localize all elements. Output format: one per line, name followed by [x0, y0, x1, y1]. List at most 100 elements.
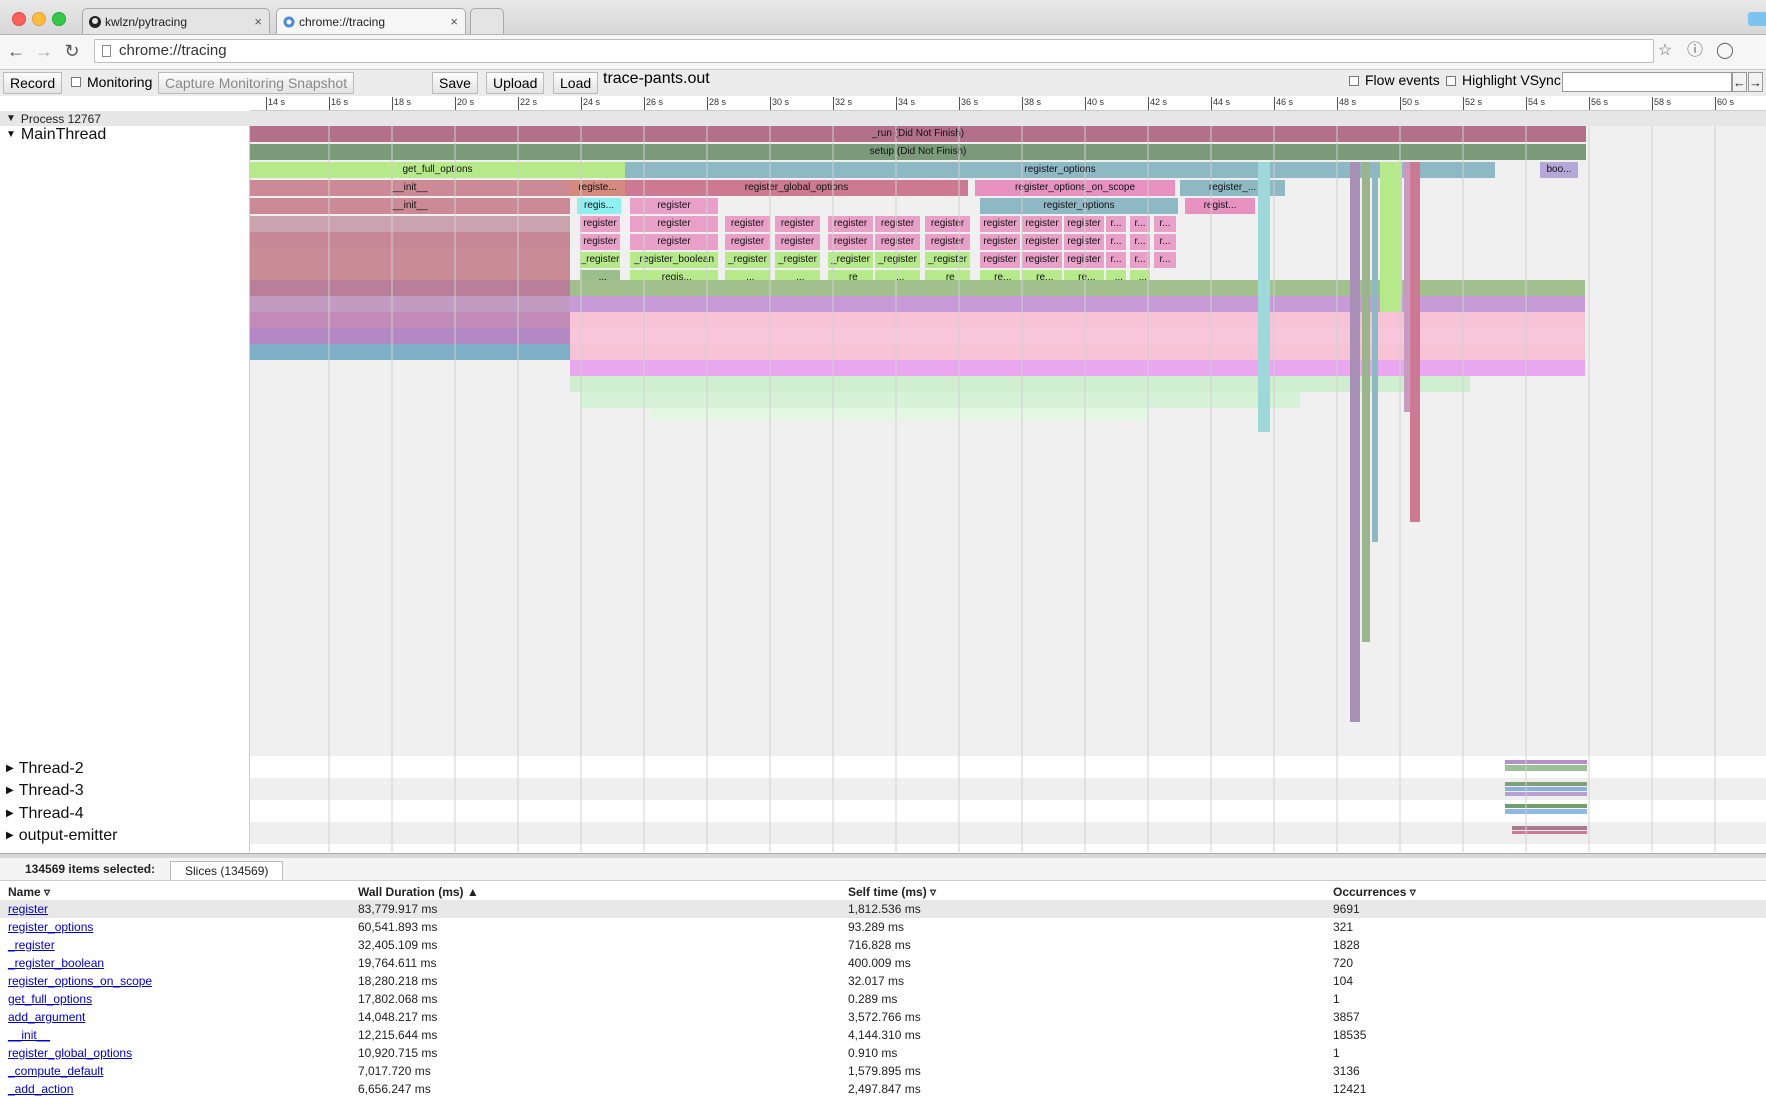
flow-events-checkbox[interactable] — [1349, 76, 1359, 86]
column-header-occurrences[interactable]: Occurrences ▿ — [1333, 885, 1416, 899]
search-input[interactable] — [1562, 72, 1732, 92]
upload-button[interactable]: Upload — [486, 72, 545, 94]
ruler-tick-label: 30 s — [772, 97, 790, 107]
close-window-button[interactable] — [12, 12, 26, 26]
row-name-link[interactable]: _compute_default — [8, 1062, 103, 1080]
track-label-text: MainThread — [20, 126, 107, 143]
extension-icon[interactable]: ◯ — [1716, 42, 1734, 60]
expand-triangle-icon[interactable]: ▶ — [6, 808, 14, 819]
table-row[interactable]: __init__ 12,215.644 ms 4,144.310 ms 1853… — [0, 1026, 1766, 1044]
minimize-window-button[interactable] — [32, 12, 46, 26]
search-prev-button[interactable]: ← — [1732, 72, 1747, 92]
table-row[interactable]: get_full_options 17,802.068 ms 0.289 ms … — [0, 990, 1766, 1008]
row-name-link[interactable]: __init__ — [8, 1026, 50, 1044]
column-header-wall-duration[interactable]: Wall Duration (ms) ▲ — [358, 885, 479, 899]
track-label-output-emitter[interactable]: ▶ output-emitter — [6, 827, 117, 845]
column-header-text: Occurrences — [1333, 885, 1407, 899]
track-label-mainthread[interactable]: ▼ MainThread — [6, 126, 106, 144]
tab-pytracing[interactable]: kwlzn/pytracing × — [82, 8, 270, 34]
profile-icon[interactable] — [1748, 12, 1766, 26]
expand-triangle-icon[interactable]: ▶ — [6, 830, 14, 841]
table-row[interactable]: register_options 60,541.893 ms 93.289 ms… — [0, 918, 1766, 936]
row-occurrences: 720 — [1333, 956, 1354, 970]
info-extension-icon[interactable]: ⓘ — [1686, 42, 1704, 60]
monitoring-checkbox[interactable] — [71, 77, 81, 87]
bookmark-star-icon[interactable]: ☆ — [1656, 42, 1674, 60]
table-row[interactable]: register_global_options 10,920.715 ms 0.… — [0, 1044, 1766, 1062]
row-self-time: 1,812.536 ms — [848, 902, 921, 916]
close-tab-icon[interactable]: × — [254, 9, 262, 35]
table-row[interactable]: add_argument 14,048.217 ms 3,572.766 ms … — [0, 1008, 1766, 1026]
mainthread-track[interactable]: _run (Did Not Finish) setup (Did Not Fin… — [250, 126, 1766, 756]
row-name-link[interactable]: _add_action — [8, 1080, 73, 1098]
reload-icon[interactable]: ↻ — [62, 41, 82, 61]
row-name-link[interactable]: _register — [8, 936, 55, 954]
sort-arrow-icon: ▿ — [44, 885, 51, 899]
row-name-link[interactable]: register_options_on_scope — [8, 972, 152, 990]
save-button[interactable]: Save — [432, 72, 478, 94]
column-header-name[interactable]: Name ▿ — [8, 885, 50, 899]
column-header-text: Name — [8, 885, 41, 899]
row-occurrences: 1828 — [1333, 938, 1360, 952]
track-label-thread-4[interactable]: ▶ Thread-4 — [6, 805, 84, 823]
record-button[interactable]: Record — [3, 72, 63, 94]
ruler-tick-label: 34 s — [898, 97, 916, 107]
forward-icon[interactable]: → — [34, 41, 54, 61]
slices-table: Name ▿ Wall Duration (ms) ▲ Self time (m… — [0, 881, 1766, 1096]
track-label-thread-2[interactable]: ▶ Thread-2 — [6, 760, 84, 778]
github-icon — [89, 16, 101, 28]
address-bar-row: ← → ↻ chrome://tracing ☆ ⓘ ◯ — [0, 35, 1766, 70]
track-labels: ▼ MainThread ▶ Thread-2 ▶ Thread-3 ▶ Thread-… — [0, 126, 250, 852]
table-row[interactable]: _register_boolean 19,764.611 ms 400.009 … — [0, 954, 1766, 972]
expand-triangle-icon[interactable]: ▶ — [6, 763, 14, 774]
tab-tracing[interactable]: chrome://tracing × — [276, 8, 466, 34]
row-name-link[interactable]: add_argument — [8, 1008, 85, 1026]
close-tab-icon[interactable]: × — [450, 9, 458, 35]
capture-snapshot-button[interactable]: Capture Monitoring Snapshot — [158, 72, 355, 94]
row-name-link[interactable]: _register_boolean — [8, 954, 104, 972]
highlight-vsync-checkbox[interactable] — [1446, 76, 1456, 86]
track-label-thread-3[interactable]: ▶ Thread-3 — [6, 782, 84, 800]
row-wall-duration: 83,779.917 ms — [358, 902, 438, 916]
maximize-window-button[interactable] — [52, 12, 66, 26]
track-label-text: Thread-2 — [18, 760, 84, 777]
column-header-self-time[interactable]: Self time (ms) ▿ — [848, 885, 936, 899]
row-self-time: 2,497.847 ms — [848, 1082, 921, 1096]
back-icon[interactable]: ← — [6, 41, 26, 61]
ruler-tick-label: 20 s — [457, 97, 475, 107]
row-self-time: 400.009 ms — [848, 956, 911, 970]
row-wall-duration: 7,017.720 ms — [358, 1064, 431, 1078]
url-input[interactable]: chrome://tracing — [94, 39, 1654, 63]
sort-arrow-icon: ▿ — [1409, 885, 1416, 899]
row-name-link[interactable]: register — [8, 900, 48, 918]
tab-slices[interactable]: Slices (134569) — [170, 861, 284, 880]
row-self-time: 32.017 ms — [848, 974, 905, 988]
collapse-triangle-icon[interactable]: ▼ — [6, 111, 16, 126]
trace-filename: trace-pants.out — [603, 70, 710, 87]
process-header[interactable]: ▼ Process 12767 — [0, 111, 1766, 126]
table-row[interactable]: register 83,779.917 ms 1,812.536 ms 9691 — [0, 900, 1766, 918]
ruler-tick-label: 56 s — [1591, 97, 1609, 107]
ruler-tick-label: 32 s — [835, 97, 853, 107]
table-row[interactable]: _add_action 6,656.247 ms 2,497.847 ms 12… — [0, 1080, 1766, 1098]
ruler-tick-label: 38 s — [1024, 97, 1042, 107]
row-self-time: 0.910 ms — [848, 1046, 898, 1060]
load-button[interactable]: Load — [553, 72, 599, 94]
sort-arrow-icon: ▿ — [930, 885, 937, 899]
row-name-link[interactable]: register_global_options — [8, 1044, 132, 1062]
row-name-link[interactable]: get_full_options — [8, 990, 92, 1008]
table-row[interactable]: _compute_default 7,017.720 ms 1,579.895 … — [0, 1062, 1766, 1080]
search-next-button[interactable]: → — [1748, 72, 1763, 92]
expand-triangle-icon[interactable]: ▶ — [6, 785, 14, 796]
table-row[interactable]: register_options_on_scope 18,280.218 ms … — [0, 972, 1766, 990]
row-name-link[interactable]: register_options — [8, 918, 93, 936]
collapse-triangle-icon[interactable]: ▼ — [6, 129, 16, 140]
selection-count: 134569 items selected: — [25, 862, 156, 876]
process-label: Process 12767 — [20, 112, 101, 126]
row-wall-duration: 18,280.218 ms — [358, 974, 438, 988]
row-wall-duration: 32,405.109 ms — [358, 938, 438, 952]
page-icon — [102, 45, 111, 57]
new-tab-button[interactable] — [470, 8, 504, 34]
row-occurrences: 9691 — [1333, 902, 1360, 916]
table-row[interactable]: _register 32,405.109 ms 716.828 ms 1828 — [0, 936, 1766, 954]
